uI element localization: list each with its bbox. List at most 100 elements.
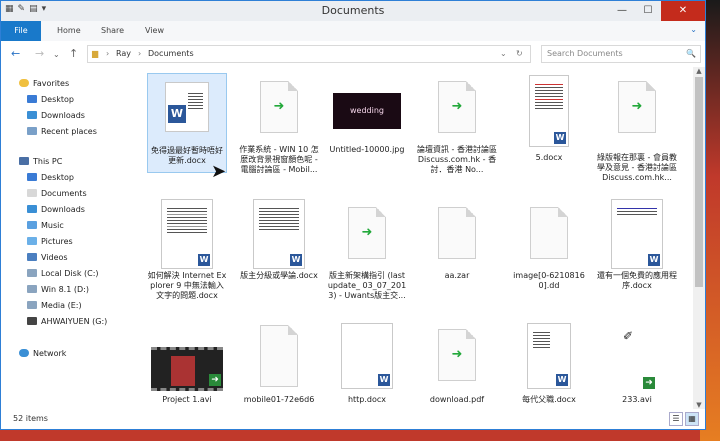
address-row: ← → ⌄ ↑ ▆ › Ray › Documents ⌄ ↻ Search D…	[1, 41, 705, 67]
sd-card-icon	[27, 317, 37, 325]
file-name: 作業系統 - WIN 10 怎麼改背景視窗顏色呢 - 電腦討論區 - Mobil…	[239, 145, 319, 174]
downloads-icon	[27, 111, 37, 119]
word-logo-icon: W	[168, 105, 186, 123]
file-item[interactable]: W 免得過最好暫時唔好更新.docx	[147, 73, 227, 173]
nav-label: Downloads	[41, 205, 85, 214]
breadcrumb-documents[interactable]: Documents	[148, 49, 194, 58]
video-thumbnail: ✐ ➜	[617, 325, 657, 391]
videos-icon	[27, 253, 37, 261]
scroll-up-icon[interactable]: ▲	[693, 67, 705, 75]
nav-network[interactable]: Network	[19, 347, 66, 361]
video-thumbnail: ➜	[151, 347, 223, 391]
nav-label: Recent places	[41, 127, 97, 136]
nav-pc-desktop[interactable]: Desktop	[27, 171, 74, 185]
tab-share[interactable]: Share	[101, 21, 124, 41]
nav-label: Downloads	[41, 111, 85, 120]
tab-home[interactable]: Home	[57, 21, 81, 41]
back-arrow-icon[interactable]: ←	[11, 47, 20, 60]
search-icon: 🔍	[686, 49, 696, 58]
word-badge-icon: W	[554, 132, 566, 144]
nav-pc-localdisk[interactable]: Local Disk (C:)	[27, 267, 99, 281]
nav-pc-documents[interactable]: Documents	[27, 187, 87, 201]
search-input[interactable]: Search Documents 🔍	[541, 45, 701, 63]
nav-label: Favorites	[33, 79, 70, 88]
nav-fav-desktop[interactable]: Desktop	[27, 93, 74, 107]
word-badge-icon: W	[556, 374, 568, 386]
word-document-icon: W	[341, 323, 393, 389]
blank-file-icon	[530, 207, 568, 259]
nav-fav-recent[interactable]: Recent places	[27, 125, 97, 139]
video-frame	[171, 356, 195, 386]
nav-thispc[interactable]: This PC	[19, 155, 62, 169]
word-badge-icon: W	[648, 254, 660, 266]
ribbon: File Home Share View ⌄	[1, 21, 705, 42]
nav-pc-pictures[interactable]: Pictures	[27, 235, 73, 249]
shortcut-arrow-icon: ➜	[451, 347, 463, 362]
blank-file-icon	[438, 207, 476, 259]
nav-favorites[interactable]: Favorites	[19, 77, 69, 91]
nav-pc-downloads[interactable]: Downloads	[27, 203, 85, 217]
forward-arrow-icon[interactable]: →	[35, 47, 44, 60]
file-name: image[0-62108160].dd	[513, 271, 585, 290]
nav-pc-music[interactable]: Music	[27, 219, 64, 233]
nav-pc-videos[interactable]: Videos	[27, 251, 68, 265]
image-thumbnail: wedding	[333, 93, 401, 129]
shortcut-file-icon: ➜	[348, 207, 386, 259]
sketch-mark: ✐	[623, 329, 634, 343]
nav-label: This PC	[33, 157, 63, 166]
nav-pc-media[interactable]: Media (E:)	[27, 299, 82, 313]
tab-file[interactable]: File	[1, 21, 41, 41]
item-count: 52 items	[13, 414, 48, 423]
blank-file-icon	[260, 325, 298, 387]
shortcut-arrow-icon: ➜	[451, 99, 463, 114]
details-view-icon[interactable]: ☰	[669, 412, 683, 426]
nav-pc-win81[interactable]: Win 8.1 (D:)	[27, 283, 89, 297]
file-list: W 免得過最好暫時唔好更新.docx ➜ 作業系統 - WIN 10 怎麼改背景…	[141, 67, 693, 409]
nav-label: Desktop	[41, 95, 74, 104]
vertical-scrollbar[interactable]: ▲ ▼	[693, 67, 705, 409]
address-bar[interactable]: ▆ › Ray › Documents ⌄ ↻	[87, 45, 531, 63]
shortcut-arrow-icon: ➜	[631, 99, 643, 114]
large-icons-view-icon[interactable]: ▦	[685, 412, 699, 426]
maximize-button[interactable]: ☐	[635, 1, 661, 21]
tab-view[interactable]: View	[145, 21, 164, 41]
file-name: 論壇資訊 - 香港討論區 Discuss.com.hk - 香討．香港 No..…	[417, 145, 497, 174]
media-badge-icon: ➜	[643, 377, 655, 389]
drive-icon	[27, 301, 37, 309]
file-name: 版主新架構指引 (last update_ 03_07_2013) - Uwan…	[327, 271, 407, 300]
breadcrumb-ray[interactable]: Ray	[116, 49, 131, 58]
ribbon-expand-icon[interactable]: ⌄	[690, 25, 697, 34]
chevron-right-icon: ›	[138, 49, 142, 58]
network-icon	[19, 349, 29, 357]
up-arrow-icon[interactable]: ↑	[69, 47, 78, 60]
file-name: 233.avi	[622, 395, 652, 404]
scroll-down-icon[interactable]: ▼	[693, 401, 705, 409]
recent-places-icon	[27, 127, 37, 135]
downloads-icon	[27, 205, 37, 213]
close-button[interactable]: ✕	[661, 1, 705, 21]
scrollbar-thumb[interactable]	[695, 77, 703, 287]
explorer-window: ▦ ✎ ▤ ▾ Documents — ☐ ✕ File Home Share …	[0, 0, 706, 430]
file-name: 5.docx	[535, 153, 563, 162]
nav-fav-downloads[interactable]: Downloads	[27, 109, 85, 123]
shortcut-file-icon: ➜	[438, 329, 476, 381]
media-badge-icon: ➜	[209, 374, 221, 386]
word-document-icon: W	[253, 199, 305, 269]
word-badge-icon: W	[290, 254, 302, 266]
status-bar: 52 items ☰ ▦	[1, 409, 705, 429]
minimize-button[interactable]: —	[609, 1, 635, 21]
chevron-down-icon[interactable]: ⌄	[500, 49, 507, 58]
nav-pc-ahwaiyuen[interactable]: AHWAIYUEN (G:)	[27, 315, 107, 329]
drive-icon	[27, 269, 37, 277]
recent-locations-icon[interactable]: ⌄	[53, 50, 60, 59]
file-name: 如何解決 Internet Explorer 9 中無法輸入文字的問題.docx	[147, 271, 227, 300]
nav-label: Local Disk (C:)	[41, 269, 99, 278]
window-controls: — ☐ ✕	[609, 1, 705, 21]
nav-label: Videos	[41, 253, 68, 262]
desktop-icon	[27, 173, 37, 181]
nav-label: Network	[33, 349, 67, 358]
refresh-icon[interactable]: ↻	[516, 49, 523, 58]
file-name: mobile01-72e6d6	[243, 395, 315, 404]
navigation-pane: Favorites Desktop Downloads Recent place…	[1, 67, 141, 409]
word-badge-icon: W	[198, 254, 210, 266]
